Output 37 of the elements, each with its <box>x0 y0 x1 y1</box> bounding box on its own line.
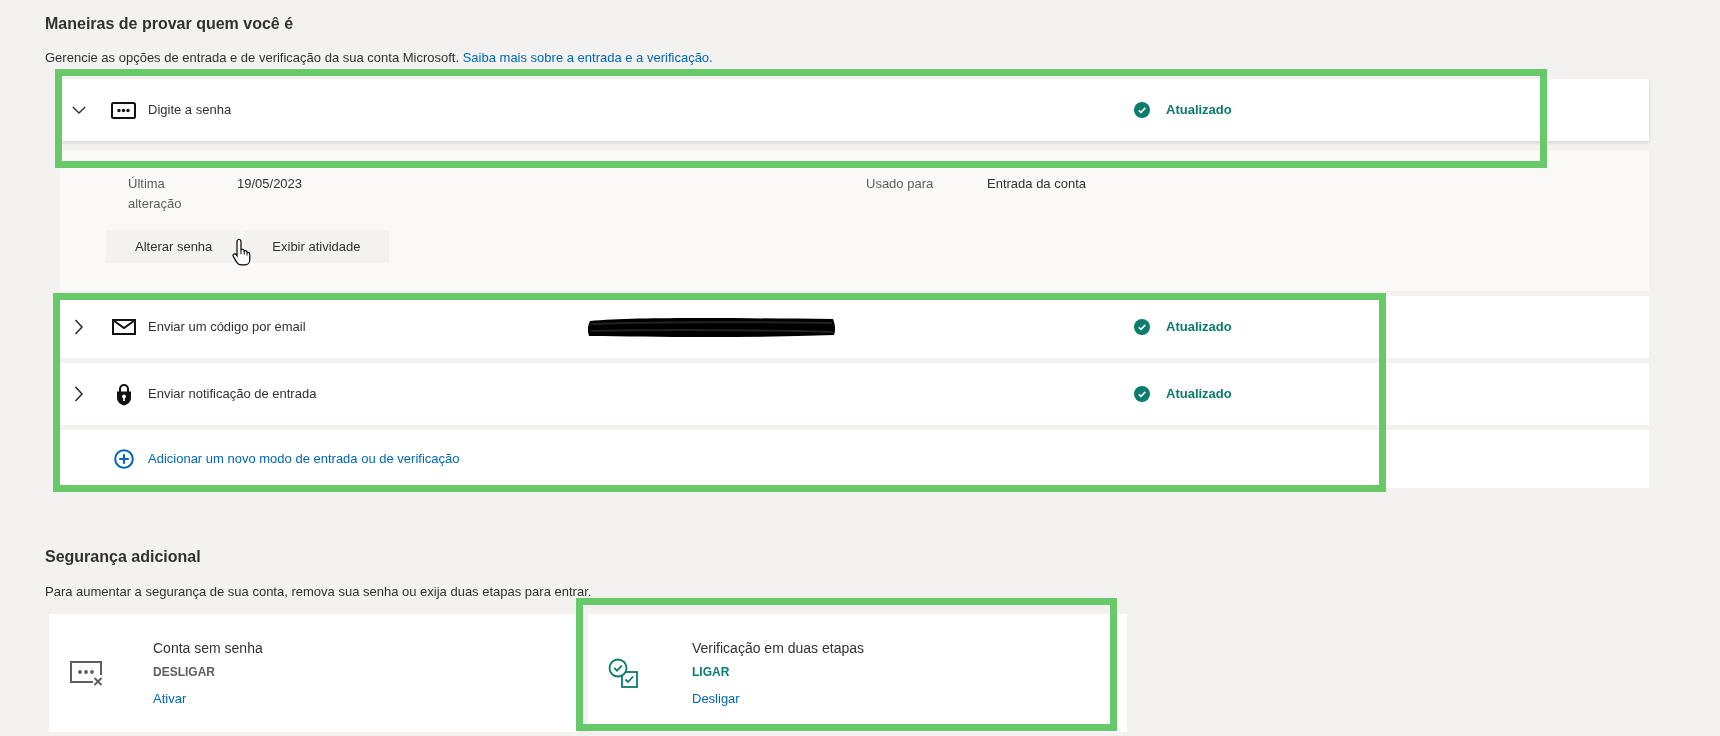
method-label: Enviar notificação de entrada <box>148 385 318 403</box>
envelope-icon <box>111 319 136 335</box>
status-text: Atualizado <box>1166 385 1232 403</box>
section-description: Para aumentar a segurança de sua conta, remova sua senha ou exija duas etapas para entrar. <box>45 583 593 601</box>
section-heading: Segurança adicional <box>45 547 202 567</box>
password-icon <box>111 101 136 119</box>
check-circle-square-icon <box>608 658 638 688</box>
section-heading: Maneiras de provar quem você é <box>45 14 295 34</box>
method-label: Digite a senha <box>148 101 233 119</box>
sign-in-method-row[interactable]: Enviar notificação de entrada Atualizado <box>60 363 1649 425</box>
plus-circle-icon <box>114 449 134 469</box>
toggle-link[interactable]: Desligar <box>692 689 740 709</box>
field-value: 19/05/2023 <box>237 175 304 193</box>
hand-cursor-icon <box>232 238 252 268</box>
field-label: Última alteração <box>128 175 183 213</box>
action-button[interactable]: Exibir atividade <box>243 230 390 263</box>
status-label: DESLIGAR <box>153 664 215 681</box>
method-label: Enviar um código por email <box>148 318 307 336</box>
field-label: Usado para <box>866 175 935 193</box>
check-circle-icon <box>1134 102 1150 118</box>
section-description: Gerencie as opções de entrada e de verificação da sua conta Microsoft. Saiba mais sobre a entrada e a verificação. <box>45 49 714 67</box>
status-text: Atualizado <box>1166 101 1232 119</box>
action-button[interactable]: Alterar senha <box>106 230 242 263</box>
status-text: Atualizado <box>1166 318 1232 336</box>
sign-in-method-row[interactable]: Digite a senha Atualizado <box>60 79 1649 141</box>
option-title: Conta sem senha <box>153 639 263 658</box>
password-x-icon <box>69 659 103 687</box>
field-value: Entrada da conta <box>987 175 1087 193</box>
add-method-link[interactable]: Adicionar um novo modo de entrada ou de verificação <box>148 449 460 469</box>
option-title: Verificação em duas etapas <box>692 639 864 658</box>
check-circle-icon <box>1134 319 1150 335</box>
check-circle-icon <box>1134 386 1150 402</box>
status-label: LIGAR <box>692 664 730 681</box>
learn-more-link[interactable]: Saiba mais sobre a entrada e a verificação. <box>462 50 713 65</box>
toggle-link[interactable]: Ativar <box>153 689 187 709</box>
sign-in-method-row[interactable]: Enviar um código por email Atualizado <box>60 296 1649 358</box>
padlock-icon <box>114 382 133 406</box>
